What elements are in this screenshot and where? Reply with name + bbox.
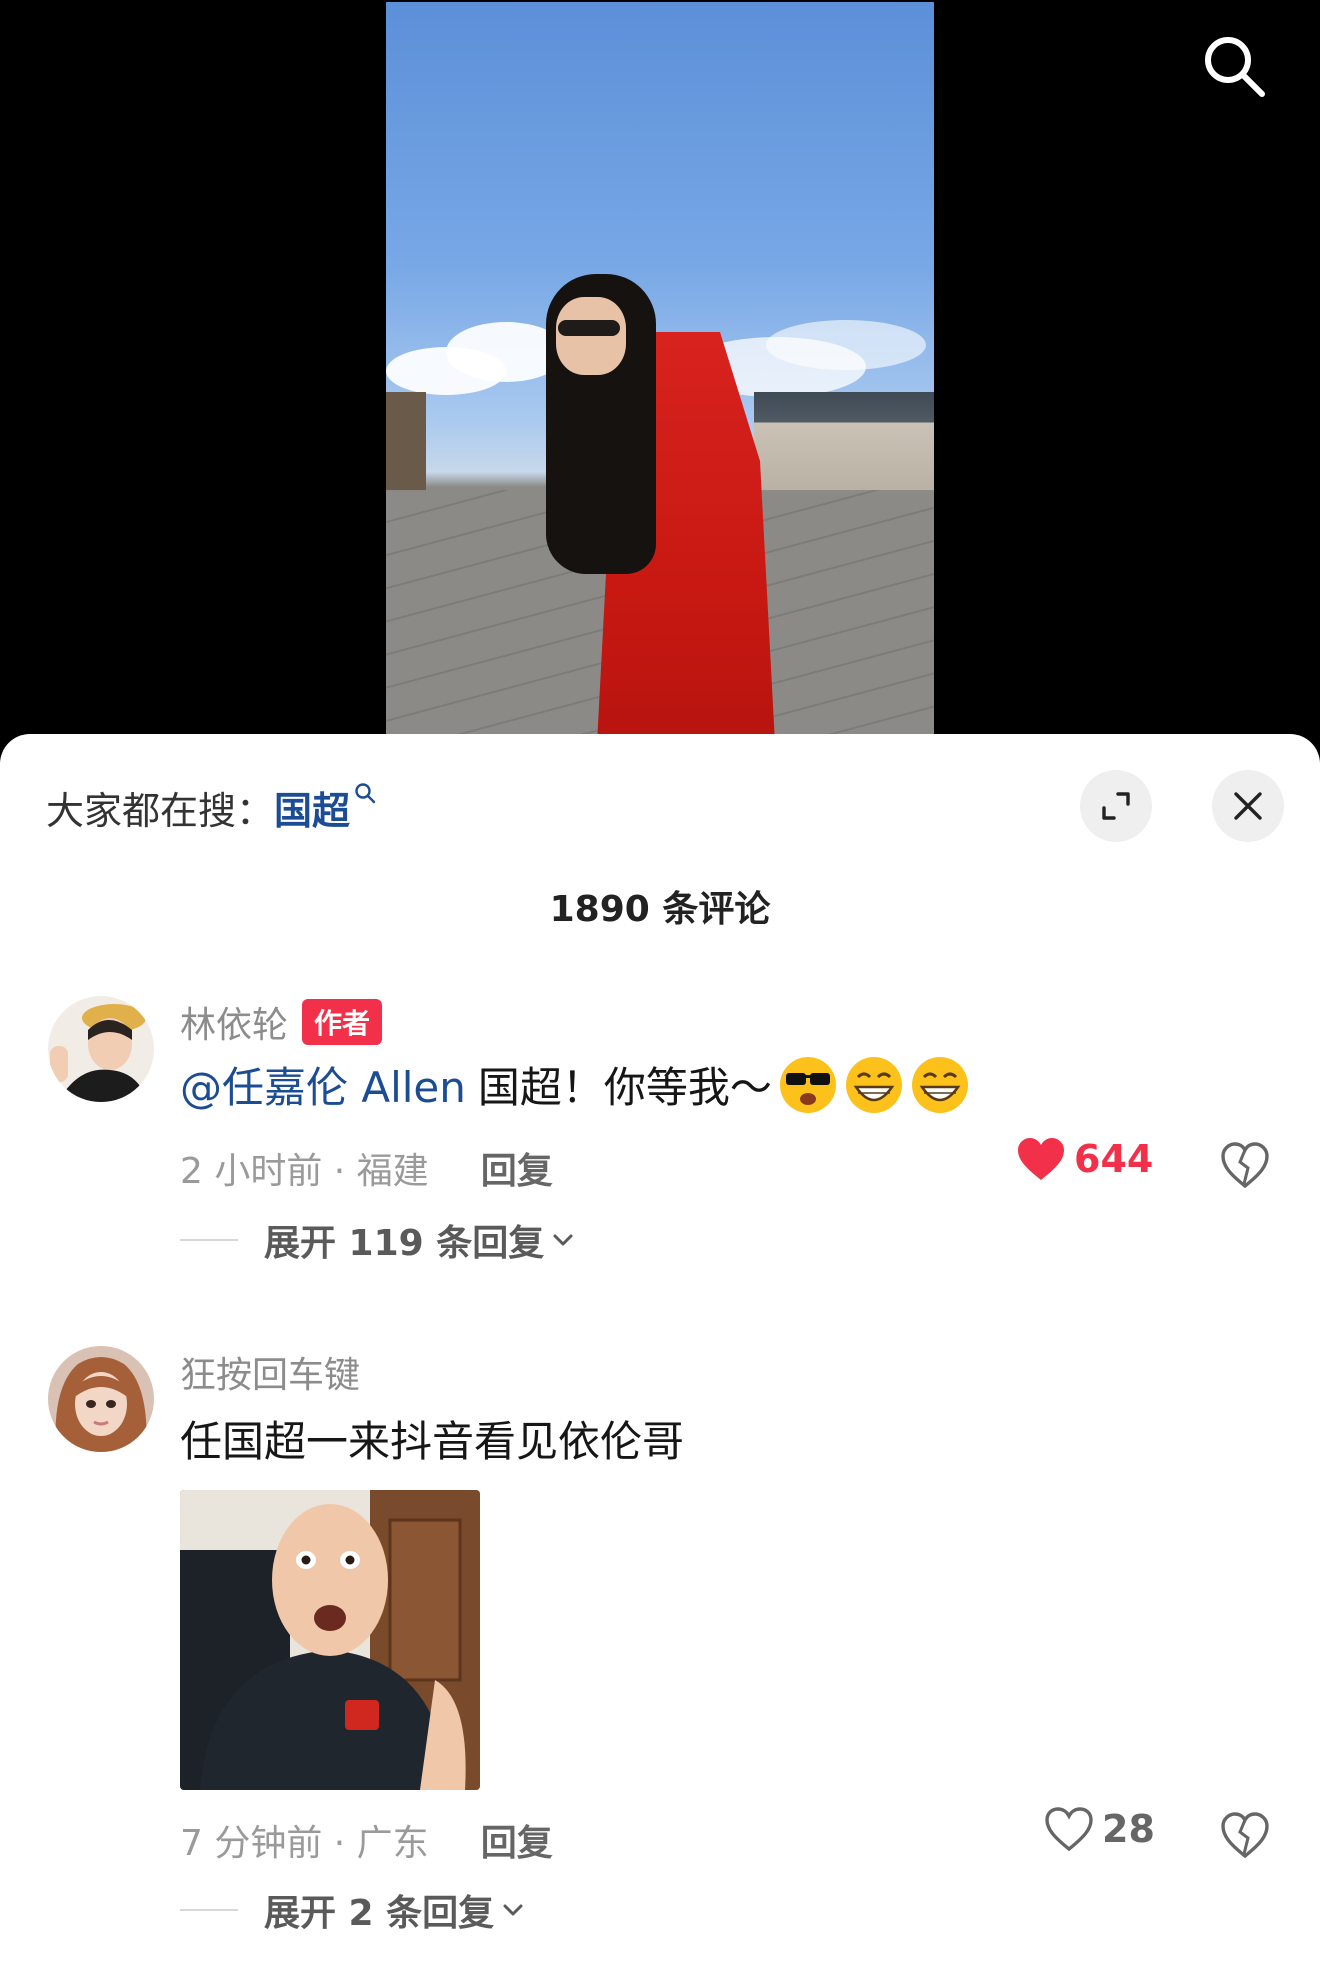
cloud [766,320,926,370]
avatar[interactable] [48,996,154,1102]
sunglasses [558,320,620,336]
comment-sheet: 大家都在搜： 国超 1890 条评论 林依轮 作者 @任嘉伦 Allen 国超！… [0,734,1320,1986]
comment-body: 国超！你等我～ [477,1063,772,1112]
trending-search-link[interactable]: 大家都在搜： 国超 [46,780,376,835]
expand-icon [1102,792,1130,820]
video-player[interactable] [0,0,1320,760]
comment-text: @任嘉伦 Allen 国超！你等我～ [180,1054,970,1115]
comment-body: 任国超一来抖音看见依伦哥 [180,1417,685,1466]
like-count: 28 [1102,1807,1155,1851]
heart-outline-icon [1045,1807,1093,1852]
comment-meta: 7 分钟前 · 广东 回复 [180,1814,553,1866]
cloud [386,347,506,395]
video-frame[interactable] [386,2,934,760]
comment-time-location: 2 小时前 · 福建 [180,1151,429,1192]
meme-photo [180,1490,480,1790]
username-row: 狂按回车键 [180,1346,360,1398]
author-badge: 作者 [302,999,383,1045]
fullscreen-button[interactable] [1080,770,1152,842]
person-face [556,297,626,375]
expand-replies-button[interactable]: 展开 2 条回复 [180,1884,526,1936]
dislike-heart-icon[interactable] [1220,1810,1270,1860]
expand-replies-label: 展开 2 条回复 [264,1893,495,1934]
sticker-image[interactable] [180,1490,480,1790]
comment-meta: 2 小时前 · 福建 回复 [180,1142,553,1194]
comment-text: 任国超一来抖音看见依伦哥 [180,1408,684,1469]
search-icon [355,783,376,804]
avatar-image [48,1346,154,1452]
chevron-down-icon [553,1234,573,1246]
avatar[interactable] [48,1346,154,1452]
heart-filled-icon [1018,1138,1064,1180]
search-icon[interactable] [1200,32,1268,100]
username-row: 林依轮 作者 [180,996,383,1048]
trending-search-prefix: 大家都在搜： [46,789,275,833]
close-button[interactable] [1212,770,1284,842]
avatar-image [48,996,154,1102]
reply-button[interactable]: 回复 [481,1814,553,1866]
close-icon [1234,792,1262,820]
like-button[interactable]: 644 [1016,1136,1153,1182]
reply-button[interactable]: 回复 [481,1142,553,1194]
comment-count: 1890 条评论 [549,889,771,930]
sunglasses-emoji [779,1056,836,1113]
username[interactable]: 林依轮 [180,996,288,1048]
divider-line [180,1239,238,1241]
mention-link[interactable]: @任嘉伦 Allen [180,1054,466,1115]
comment-time-location: 7 分钟前 · 广东 [180,1823,429,1864]
tower [386,392,426,492]
building [754,392,934,492]
like-button[interactable]: 28 [1044,1806,1155,1852]
like-count: 644 [1074,1137,1154,1181]
expand-replies-label: 展开 119 条回复 [264,1223,545,1264]
divider-line [180,1909,238,1911]
username[interactable]: 狂按回车键 [180,1346,360,1398]
dislike-heart-icon[interactable] [1220,1140,1270,1190]
expand-replies-button[interactable]: 展开 119 条回复 [180,1214,576,1266]
grin-emoji [845,1056,902,1113]
grin-emoji [911,1056,968,1113]
trending-search-keyword[interactable]: 国超 [274,780,350,835]
chevron-down-icon [503,1904,523,1916]
